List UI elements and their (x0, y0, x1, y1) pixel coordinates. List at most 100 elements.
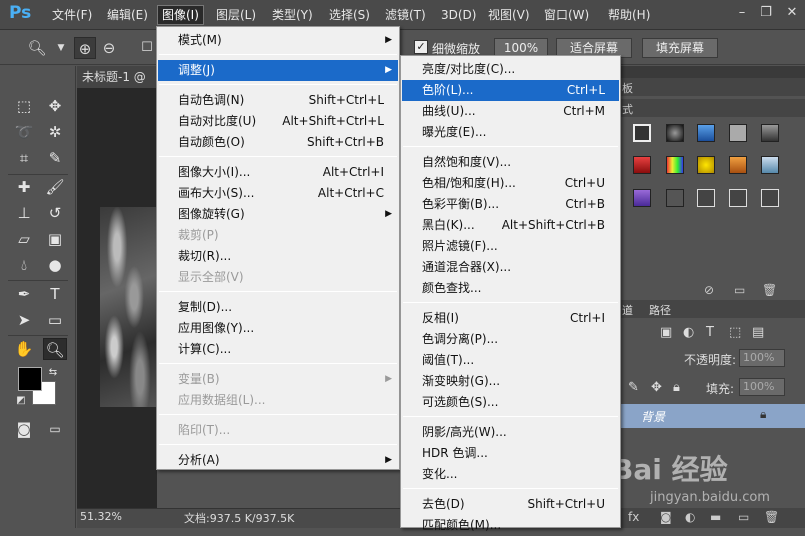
menu-item[interactable]: 自动颜色(O) Shift+Ctrl+B (158, 132, 398, 153)
channels-tab[interactable]: 道 (622, 302, 633, 318)
filter-smart-icon[interactable]: ▤ (752, 325, 764, 340)
menu-window[interactable]: 窗口(W) (540, 6, 593, 26)
zoom-level[interactable]: 51.32% (80, 510, 122, 523)
menu-item[interactable]: 自动色调(N) Shift+Ctrl+L (158, 90, 398, 111)
menu-item[interactable]: 阴影/高光(W)... (402, 422, 619, 443)
opacity-field[interactable]: 100% (739, 349, 785, 367)
menu-item[interactable]: 去色(D) Shift+Ctrl+U (402, 494, 619, 515)
clone-stamp-icon[interactable]: ⊥ (12, 202, 36, 224)
menu-file[interactable]: 文件(F) (48, 6, 96, 26)
hand-tool-icon[interactable]: ✋ (12, 338, 36, 360)
add-mask-icon[interactable]: ◙ (660, 510, 672, 524)
menu-item[interactable]: 调整(J) ▶ (158, 60, 398, 81)
paths-tab[interactable]: 路径 (649, 302, 671, 318)
menu-item[interactable]: 阈值(T)... (402, 350, 619, 371)
menu-item[interactable]: 裁剪(P) (158, 225, 398, 246)
style-swatch[interactable] (666, 156, 684, 174)
menu-view[interactable]: 视图(V) (484, 6, 534, 26)
menu-layer[interactable]: 图层(L) (212, 6, 260, 26)
style-swatch[interactable] (729, 124, 747, 142)
quick-mask-icon[interactable]: ◙ (12, 418, 36, 440)
zoom-tool-preset-icon[interactable]: 🔍︎ (26, 37, 48, 59)
menu-item[interactable]: 应用数据组(L)... (158, 390, 398, 411)
menu-item[interactable]: 裁切(R)... (158, 246, 398, 267)
adjustments-tab[interactable]: 板 (622, 80, 633, 96)
menu-item[interactable]: 陷印(T)... (158, 420, 398, 441)
new-style-icon[interactable]: ▭ (734, 283, 745, 297)
style-swatch[interactable] (697, 124, 715, 142)
menu-item[interactable]: 匹配颜色(M)... (402, 515, 619, 536)
style-swatch[interactable] (697, 189, 715, 207)
healing-brush-icon[interactable]: ✚ (12, 176, 36, 198)
filter-pixel-icon[interactable]: ▣ (660, 325, 672, 340)
filter-shape-icon[interactable]: ⬚ (729, 325, 741, 340)
restore-icon[interactable]: ❐ (753, 4, 779, 22)
chevron-down-icon[interactable]: ▼ (50, 37, 72, 59)
magic-wand-icon[interactable]: ✲ (43, 121, 67, 143)
style-swatch[interactable] (633, 189, 651, 207)
lock-brush-icon[interactable]: ✎ (628, 380, 639, 395)
crop-tool-icon[interactable]: ⌗ (12, 147, 36, 169)
menu-item[interactable]: 画布大小(S)... Alt+Ctrl+C (158, 183, 398, 204)
document-tab[interactable]: 未标题-1 @ (82, 68, 146, 88)
adjustment-layer-icon[interactable]: ◐ (685, 510, 695, 524)
fill-screen-button[interactable]: 填充屏幕 (642, 38, 718, 58)
menu-item[interactable]: 复制(D)... (158, 297, 398, 318)
menu-item[interactable]: 色调分离(P)... (402, 329, 619, 350)
menu-3d[interactable]: 3D(D) (437, 6, 480, 26)
path-selection-icon[interactable]: ➤ (12, 309, 36, 331)
zoom-in-icon[interactable]: ⊕ (74, 37, 96, 59)
fill-field[interactable]: 100% (739, 378, 785, 396)
menu-item[interactable]: 自动对比度(U) Alt+Shift+Ctrl+L (158, 111, 398, 132)
history-brush-icon[interactable]: ↺ (43, 202, 67, 224)
style-swatch[interactable] (729, 189, 747, 207)
filter-type-icon[interactable]: T (706, 325, 714, 340)
zoom-tool-icon[interactable]: 🔍︎ (43, 338, 67, 360)
resize-windows-checkbox[interactable]: ☐ (136, 37, 158, 59)
menu-item[interactable]: 模式(M) ▶ (158, 30, 398, 51)
style-swatch[interactable] (633, 156, 651, 174)
eraser-tool-icon[interactable]: ▱ (12, 228, 36, 250)
style-swatch[interactable] (761, 156, 779, 174)
move-tool-icon[interactable]: ✥ (43, 95, 67, 117)
lock-all-icon[interactable]: 🔒︎ (673, 380, 680, 395)
screen-mode-icon[interactable]: ▭ (43, 418, 67, 440)
menu-item[interactable]: 曲线(U)... Ctrl+M (402, 101, 619, 122)
lock-move-icon[interactable]: ✥ (651, 380, 662, 395)
default-colors-icon[interactable]: ◩ (14, 394, 28, 408)
menu-item[interactable]: 自然饱和度(V)... (402, 152, 619, 173)
menu-item[interactable]: 渐变映射(G)... (402, 371, 619, 392)
foreground-color-swatch[interactable] (18, 367, 42, 391)
dodge-tool-icon[interactable]: ● (43, 254, 67, 276)
menu-item[interactable]: 黑白(K)... Alt+Shift+Ctrl+B (402, 215, 619, 236)
menu-item[interactable]: 通道混合器(X)... (402, 257, 619, 278)
menu-item[interactable]: 变量(B) ▶ (158, 369, 398, 390)
gradient-tool-icon[interactable]: ▣ (43, 228, 67, 250)
delete-layer-icon[interactable]: 🗑︎ (764, 510, 779, 524)
menu-item[interactable]: 可选颜色(S)... (402, 392, 619, 413)
blur-tool-icon[interactable]: 💧︎ (12, 254, 36, 276)
marquee-tool-icon[interactable]: ⬚ (12, 95, 36, 117)
menu-item[interactable]: 反相(I) Ctrl+I (402, 308, 619, 329)
menu-filter[interactable]: 滤镜(T) (381, 6, 430, 26)
style-swatch[interactable] (633, 124, 651, 142)
minimize-icon[interactable]: – (729, 4, 755, 22)
menu-edit[interactable]: 编辑(E) (103, 6, 152, 26)
style-swatch[interactable] (761, 124, 779, 142)
layer-name[interactable]: 背景 (641, 408, 665, 425)
menu-item[interactable]: 应用图像(Y)... (158, 318, 398, 339)
new-layer-icon[interactable]: ▭ (738, 510, 749, 524)
delete-style-icon[interactable]: 🗑︎ (762, 283, 777, 297)
menu-help[interactable]: 帮助(H) (604, 6, 654, 26)
style-swatch[interactable] (666, 124, 684, 142)
type-tool-icon[interactable]: T (43, 283, 67, 305)
brush-tool-icon[interactable]: 🖌︎ (43, 176, 67, 198)
menu-item[interactable]: 色阶(L)... Ctrl+L (402, 80, 619, 101)
pen-tool-icon[interactable]: ✒ (12, 283, 36, 305)
menu-select[interactable]: 选择(S) (325, 6, 374, 26)
clear-style-icon[interactable]: ⊘ (704, 283, 714, 297)
swap-colors-icon[interactable]: ⇆ (46, 366, 60, 380)
menu-item[interactable]: 色相/饱和度(H)... Ctrl+U (402, 173, 619, 194)
menu-item[interactable]: 曝光度(E)... (402, 122, 619, 143)
scrubby-zoom-checkbox[interactable]: ✓ (414, 40, 428, 54)
